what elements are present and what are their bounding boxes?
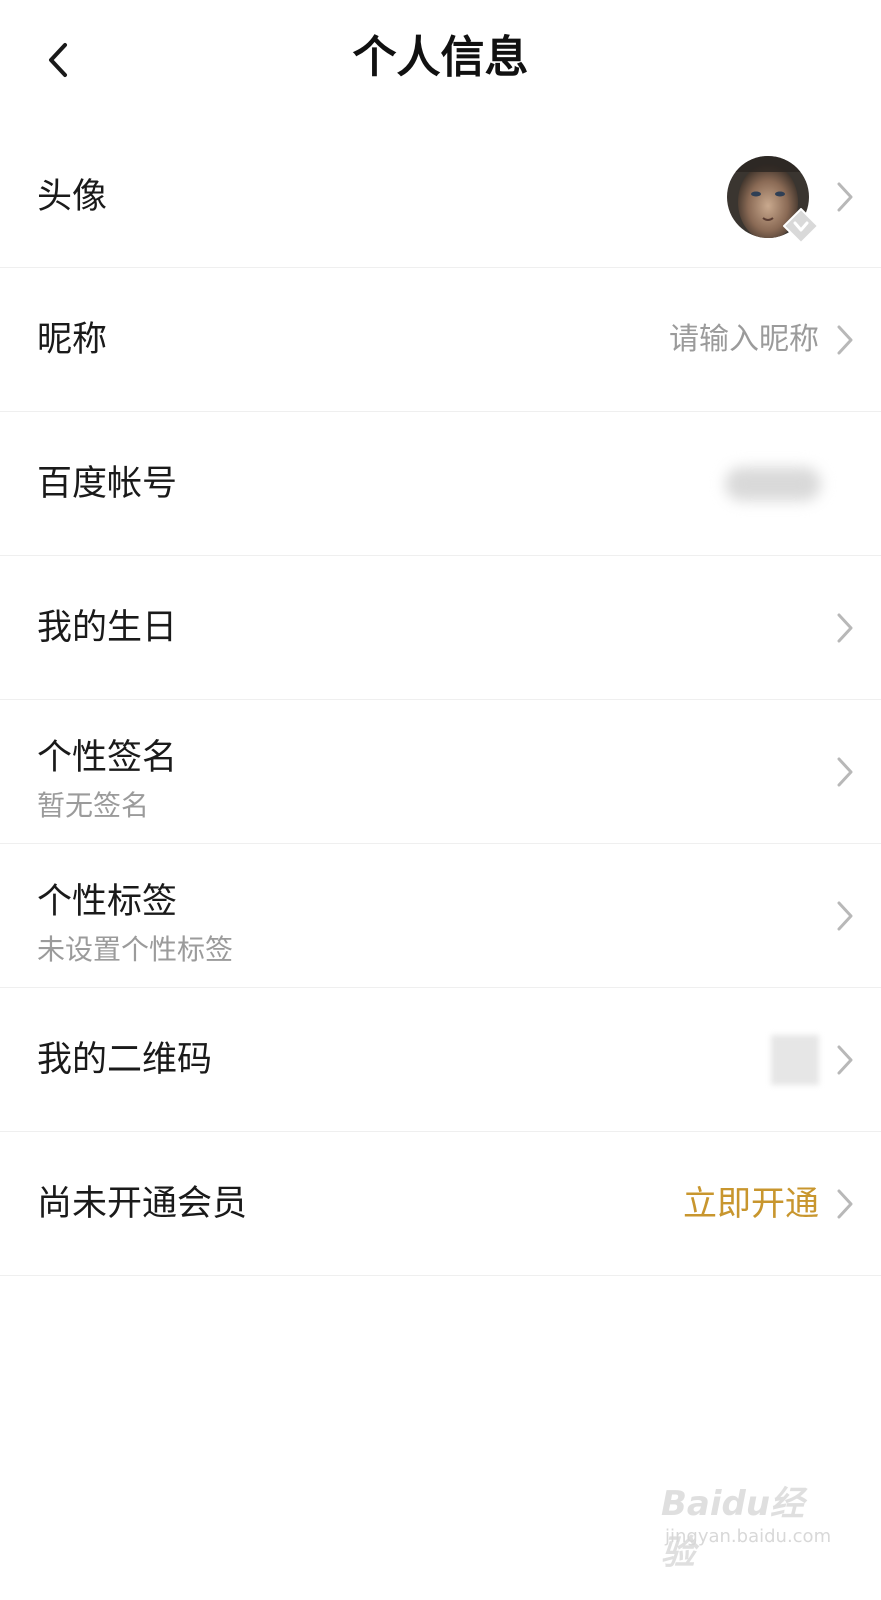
baidu-watermark: Baidu经验 jingyan.baidu.com: [661, 1466, 832, 1573]
account-value-redacted: [725, 466, 821, 501]
row-membership[interactable]: 尚未开通会员 立即开通: [0, 1132, 881, 1276]
chevron-right-icon: [837, 1045, 853, 1074]
row-label: 百度帐号: [37, 463, 178, 504]
row-label: 我的二维码: [37, 1039, 213, 1080]
personal-info-page: 个人信息 头像 昵称 请输入昵称 百度帐号 我的生日 个性签名 暂无签名 个性标…: [0, 0, 881, 1600]
row-avatar[interactable]: 头像: [0, 127, 881, 268]
chevron-right-icon: [837, 325, 853, 354]
row-label: 昵称: [37, 319, 108, 360]
page-title: 个人信息: [352, 32, 529, 83]
row-nickname[interactable]: 昵称 请输入昵称: [0, 268, 881, 412]
chevron-right-icon: [837, 1189, 853, 1218]
settings-list: 头像 昵称 请输入昵称 百度帐号 我的生日 个性签名 暂无签名 个性标签 未设置…: [0, 127, 881, 1276]
qr-code-thumbnail: [771, 1034, 819, 1085]
row-signature[interactable]: 个性签名 暂无签名: [0, 700, 881, 844]
row-label: 个性标签: [37, 882, 178, 922]
row-baidu-account: 百度帐号: [0, 412, 881, 556]
signature-value: 暂无签名: [37, 789, 150, 822]
chevron-right-icon: [837, 182, 853, 212]
avatar[interactable]: [727, 156, 819, 244]
chevron-right-icon: [837, 757, 853, 786]
watermark-brand: Baidu经验: [661, 1484, 805, 1573]
nickname-placeholder: 请输入昵称: [669, 321, 819, 357]
header: 个人信息: [0, 0, 881, 116]
verified-badge-icon: [783, 208, 819, 244]
row-label: 个性签名: [37, 738, 178, 778]
chevron-right-icon: [837, 613, 853, 642]
row-birthday[interactable]: 我的生日: [0, 556, 881, 700]
chevron-right-icon: [837, 901, 853, 930]
row-qr-code[interactable]: 我的二维码: [0, 988, 881, 1132]
row-label: 我的生日: [37, 607, 178, 648]
row-personal-tags[interactable]: 个性标签 未设置个性标签: [0, 844, 881, 988]
watermark-site: jingyan.baidu.com: [665, 1526, 832, 1547]
tags-value: 未设置个性标签: [37, 933, 234, 966]
row-label: 头像: [37, 177, 108, 217]
activate-membership-link[interactable]: 立即开通: [683, 1184, 819, 1224]
row-label: 尚未开通会员: [37, 1183, 248, 1224]
